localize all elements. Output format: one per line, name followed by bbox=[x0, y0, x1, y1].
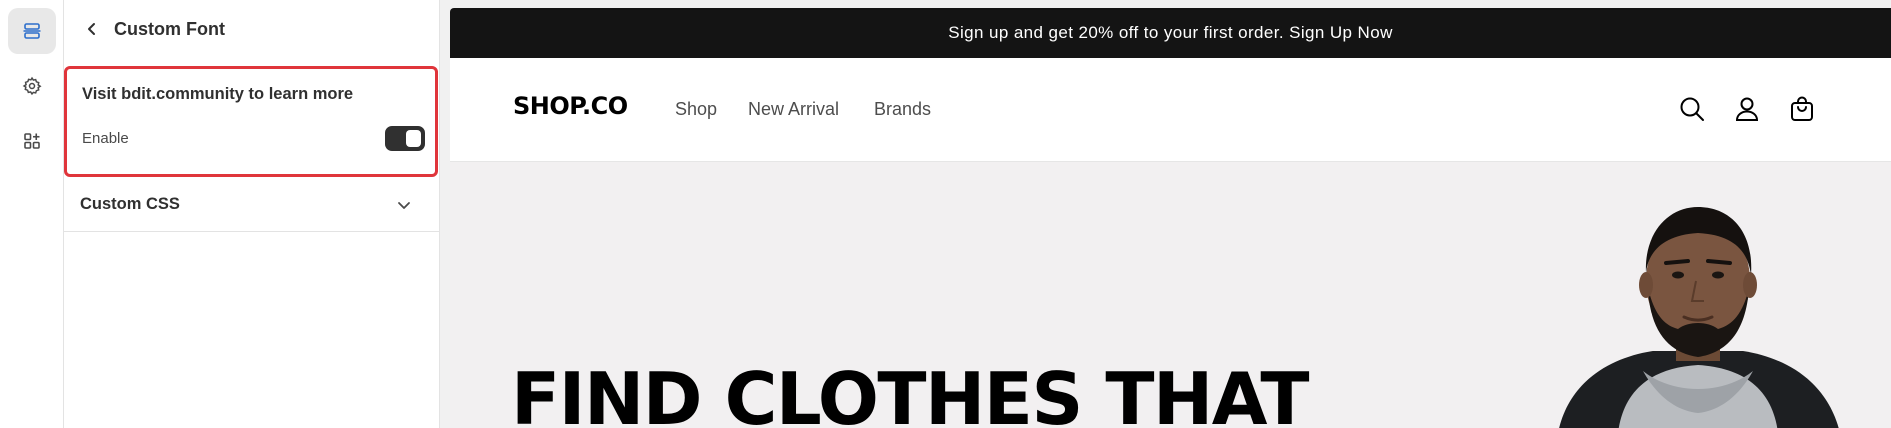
accordion-label: Custom CSS bbox=[80, 195, 180, 213]
store-logo[interactable]: SHOP.CO bbox=[513, 92, 628, 120]
announcement-text[interactable]: Sign up and get 20% off to your first or… bbox=[948, 23, 1393, 43]
sections-icon bbox=[23, 23, 41, 39]
custom-css-accordion[interactable]: Custom CSS bbox=[64, 178, 440, 232]
panel-header: Custom Font bbox=[64, 0, 440, 58]
announcement-bar: Sign up and get 20% off to your first or… bbox=[450, 8, 1891, 58]
chevron-down-icon bbox=[398, 202, 410, 209]
back-button[interactable] bbox=[80, 17, 104, 41]
hero-title: FIND CLOTHES THAT bbox=[511, 357, 1310, 428]
search-icon[interactable] bbox=[1676, 93, 1708, 125]
hero-model-image bbox=[1559, 207, 1839, 428]
account-icon[interactable] bbox=[1731, 93, 1763, 125]
store-preview: Sign up and get 20% off to your first or… bbox=[450, 8, 1891, 428]
site-header: SHOP.CO Shop New Arrival Brands bbox=[450, 58, 1891, 162]
panel-title: Custom Font bbox=[114, 18, 225, 39]
settings-icon bbox=[22, 76, 42, 96]
editor-rail bbox=[0, 0, 64, 428]
apps-icon bbox=[24, 133, 40, 149]
nav-link-new-arrival[interactable]: New Arrival bbox=[748, 99, 839, 120]
card-heading: Visit bdit.community to learn more bbox=[82, 85, 354, 103]
chevron-left-icon bbox=[88, 23, 95, 35]
enable-label: Enable bbox=[82, 130, 129, 147]
sections-button[interactable] bbox=[8, 8, 56, 54]
toggle-knob bbox=[406, 130, 421, 147]
nav-link-brands[interactable]: Brands bbox=[874, 99, 931, 120]
enable-toggle[interactable] bbox=[385, 126, 425, 151]
hero-section: FIND CLOTHES THAT bbox=[450, 163, 1891, 428]
nav-link-shop[interactable]: Shop bbox=[675, 99, 717, 120]
cart-icon[interactable] bbox=[1786, 93, 1818, 125]
apps-button[interactable] bbox=[8, 118, 56, 164]
settings-button[interactable] bbox=[8, 63, 56, 109]
settings-panel: Custom Font Visit bdit.community to lear… bbox=[64, 0, 440, 428]
custom-font-card: Visit bdit.community to learn more Enabl… bbox=[64, 66, 438, 177]
